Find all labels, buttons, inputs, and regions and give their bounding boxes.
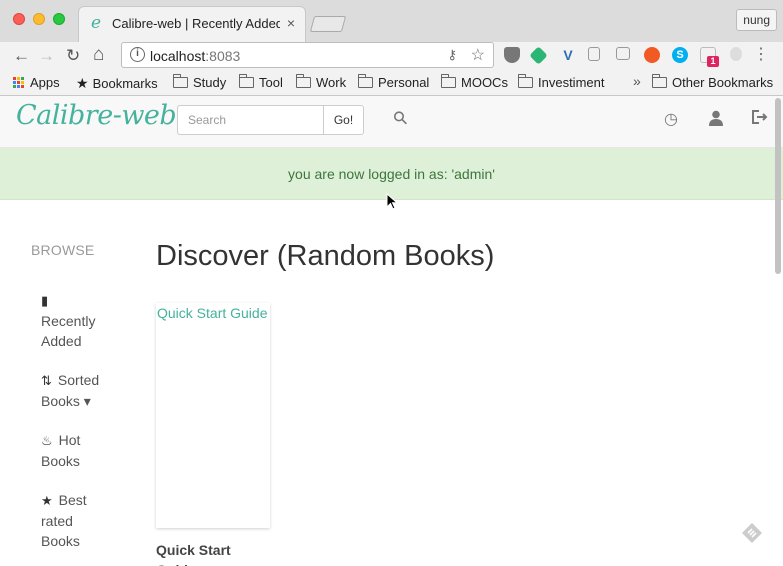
bookmarks-bar: Apps ★ Bookmarks Study Tool Work Personal… (0, 70, 783, 96)
book-icon: ▮ (41, 293, 49, 308)
bookmark-bookmarks[interactable]: ★ Bookmarks (76, 75, 158, 92)
bookmarks-overflow-icon[interactable]: » (633, 73, 641, 89)
tag-corner-icon[interactable] (741, 522, 763, 544)
sidebar-item-hot-books[interactable]: ♨ Hot Books (41, 430, 131, 471)
sidebar-item-recently-added[interactable]: ▮ Recently Added (41, 290, 131, 351)
forward-arrow-icon[interactable]: → (38, 46, 55, 66)
url-port: :8083 (205, 48, 241, 64)
book-cover-alt-text[interactable]: Quick Start Guide (157, 305, 268, 321)
bookmark-folder-personal[interactable]: Personal (358, 74, 430, 90)
folder-work-label: Work (316, 75, 347, 90)
tab-title: Calibre-web | Recently Added (112, 16, 280, 31)
sidebar-item-label: Sorted (57, 372, 100, 388)
address-bar[interactable]: i localhost:8083 ⚷ ☆ (121, 42, 494, 68)
folder-investiment-label: Investiment (538, 75, 605, 90)
bookmark-apps-label: Apps (30, 75, 60, 90)
pocket-extension-icon[interactable] (504, 47, 520, 63)
user-profile-icon[interactable] (709, 110, 723, 132)
sidebar-item-best-rated[interactable]: ★ Best rated Books (41, 490, 131, 551)
back-arrow-icon[interactable]: ← (13, 46, 30, 66)
calibre-favicon-icon: e (91, 13, 102, 33)
book-title[interactable]: Quick Start Guide (156, 540, 266, 566)
star-icon: ★ (41, 493, 53, 508)
vimeo-extension-icon[interactable]: V (560, 47, 576, 63)
sidebar-item-sorted-books[interactable]: ⇅ Sorted Books ▾ (41, 370, 131, 411)
bookmark-apps[interactable]: Apps (13, 75, 60, 90)
url-text: localhost:8083 (150, 48, 240, 64)
url-host: localhost (150, 48, 206, 64)
bookmark-folder-study[interactable]: Study (173, 74, 227, 90)
search-input[interactable] (177, 105, 324, 135)
bulb-extension-icon[interactable] (730, 47, 742, 61)
bookmark-folder-tool[interactable]: Tool (239, 74, 283, 90)
web-page: Calibre-web Go! ⚲ ◷ you are now logged i… (0, 96, 783, 566)
orange-extension-icon[interactable] (644, 47, 660, 63)
folder-study-label: Study (193, 75, 227, 90)
folder-icon (518, 74, 533, 88)
sidebar-browse-heading: BROWSE (31, 242, 95, 258)
reload-icon[interactable]: ↻ (66, 46, 80, 66)
sidebar-item-label: Added (41, 333, 82, 349)
sidebar-item-label: rated (41, 513, 73, 529)
sidebar-item-label: Books (41, 533, 80, 549)
site-info-icon[interactable]: i (130, 47, 145, 62)
bookmark-folder-moocs[interactable]: MOOCs (441, 74, 508, 90)
browser-tab-bar: e Calibre-web | Recently Added × nung (0, 0, 783, 42)
sidebar-item-label: Books (41, 453, 80, 469)
browser-menu-icon[interactable]: ⋮ (753, 45, 769, 65)
extension-badge: 1 (707, 56, 719, 67)
folder-icon (239, 74, 254, 88)
folder-icon (652, 74, 667, 88)
sidebar-item-label: Best (58, 492, 87, 508)
fire-icon: ♨ (41, 433, 53, 448)
folder-icon (441, 74, 456, 88)
sidebar-item-label: Books ▾ (41, 393, 91, 409)
folder-other-label: Other Bookmarks (672, 75, 774, 90)
app-navbar: Calibre-web Go! ⚲ ◷ (0, 96, 783, 148)
bookmark-star-icon[interactable]: ☆ (471, 45, 485, 65)
browser-tab-active[interactable]: e Calibre-web | Recently Added × (78, 6, 306, 42)
tasks-clock-icon[interactable]: ◷ (664, 110, 678, 130)
profile-button[interactable]: nung (736, 9, 777, 31)
folder-tool-label: Tool (259, 75, 283, 90)
user-svg-icon (709, 110, 723, 126)
skype-extension-icon[interactable]: S (672, 47, 688, 63)
folder-personal-label: Personal (378, 75, 430, 90)
apps-grid-icon (13, 77, 24, 88)
new-tab-button[interactable] (309, 16, 347, 32)
book-cover[interactable]: Quick Start Guide (156, 303, 270, 528)
feedly-extension-icon[interactable] (529, 46, 548, 65)
home-icon[interactable]: ⌂ (93, 45, 104, 65)
logout-icon[interactable] (752, 110, 768, 130)
folder-icon (358, 74, 373, 88)
folder-icon (296, 74, 311, 88)
bookmark-folder-investiment[interactable]: Investiment (518, 74, 605, 90)
bookmark-folder-other[interactable]: Other Bookmarks (652, 74, 774, 90)
bookmark-bookmarks-label: Bookmarks (92, 76, 158, 91)
star-icon: ★ (76, 75, 89, 91)
minimize-window-button[interactable] (33, 13, 45, 25)
sidebar-item-label: Recently (41, 313, 96, 329)
logout-svg-icon (752, 110, 768, 124)
close-window-button[interactable] (13, 13, 25, 25)
maximize-window-button[interactable] (53, 13, 65, 25)
page-title: Discover (Random Books) (156, 240, 495, 272)
sort-icon: ⇅ (41, 373, 52, 388)
reader-extension-icon[interactable] (616, 47, 630, 60)
folder-icon (173, 74, 188, 88)
tab-close-icon[interactable]: × (287, 15, 295, 31)
copy-extension-icon[interactable] (588, 47, 600, 61)
brand-logo[interactable]: Calibre-web (16, 100, 177, 131)
page-scrollbar[interactable] (775, 98, 781, 274)
sidebar-item-label: Hot (58, 432, 81, 448)
advanced-search-icon[interactable]: ⚲ (389, 106, 412, 129)
bookmark-folder-work[interactable]: Work (296, 74, 347, 90)
key-icon[interactable]: ⚷ (447, 47, 457, 63)
browser-toolbar: ← → ↻ ⌂ i localhost:8083 ⚷ ☆ V S 1 ⋮ (0, 42, 783, 70)
mouse-cursor-icon (386, 193, 398, 210)
folder-moocs-label: MOOCs (461, 75, 508, 90)
go-button[interactable]: Go! (323, 105, 364, 135)
